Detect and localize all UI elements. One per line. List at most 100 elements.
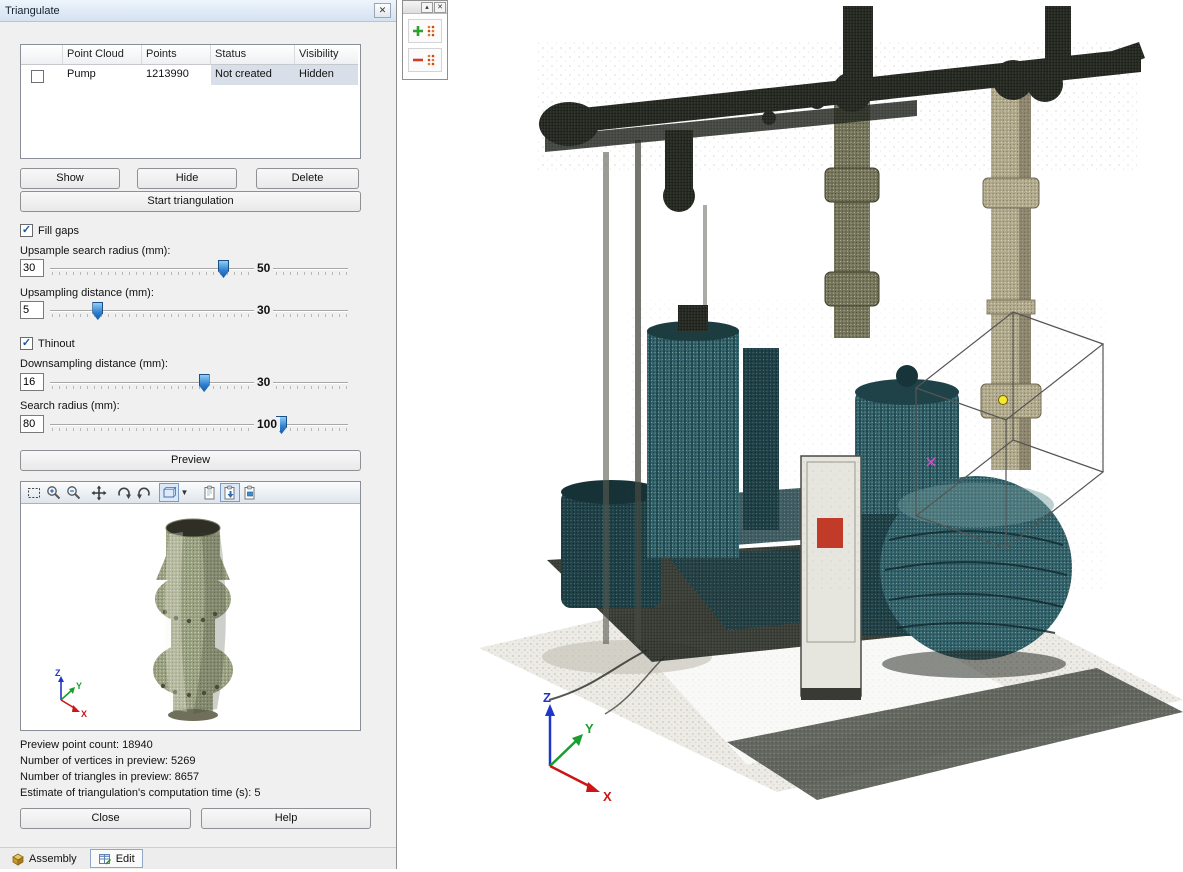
stat-triangles: Number of triangles in preview: 8657 xyxy=(20,769,261,785)
rect-select-icon xyxy=(26,485,42,501)
search-radius-input[interactable] xyxy=(20,415,44,433)
header-points: Points xyxy=(142,45,211,65)
header-visibility: Visibility xyxy=(295,45,358,65)
slider-thumb[interactable] xyxy=(92,302,103,320)
point-cloud-table: Point Cloud Points Status Visibility Pum… xyxy=(20,44,361,159)
upsampling-distance-label: Upsampling distance (mm): xyxy=(20,287,154,299)
edit-icon xyxy=(98,852,112,866)
header-checkbox xyxy=(21,45,63,65)
header-status: Status xyxy=(211,45,295,65)
mini-toolbar-titlebar: ▴ ✕ xyxy=(403,1,447,14)
dialog-title: Triangulate xyxy=(5,5,60,17)
downsampling-distance-input[interactable] xyxy=(20,373,44,391)
search-radius-slider-row: 100 xyxy=(0,414,396,436)
upsampling-distance-slider[interactable] xyxy=(50,300,340,322)
zoom-in-icon xyxy=(46,485,62,501)
axis-x-label: X xyxy=(603,789,612,804)
tab-edit[interactable]: Edit xyxy=(90,849,143,868)
pan-icon xyxy=(91,485,107,501)
tab-edit-label: Edit xyxy=(116,853,135,865)
close-icon[interactable]: ✕ xyxy=(434,2,446,13)
selection-marker[interactable] xyxy=(999,396,1008,405)
rotate-cw-icon xyxy=(116,485,132,501)
preview-axis-x-label: X xyxy=(81,709,87,719)
pan-button[interactable] xyxy=(89,483,109,502)
save-view-icon xyxy=(242,485,258,501)
start-triangulation-button[interactable]: Start triangulation xyxy=(20,191,361,212)
axis-z-label: Z xyxy=(543,690,551,705)
upsample-radius-slider-row: 50 xyxy=(0,258,396,280)
upsampling-distance-input[interactable] xyxy=(20,301,44,319)
stat-computation-time: Estimate of triangulation's computation … xyxy=(20,785,261,801)
save-view-button[interactable] xyxy=(240,483,260,502)
copy-view-button[interactable] xyxy=(200,483,220,502)
zoom-out-icon xyxy=(66,485,82,501)
preview-axis-z-label: Z xyxy=(55,668,61,678)
downsampling-distance-label: Downsampling distance (mm): xyxy=(20,358,168,370)
downsampling-distance-max: 30 xyxy=(254,375,273,389)
rotate-cw-button[interactable] xyxy=(114,483,134,502)
slider-thumb[interactable] xyxy=(218,260,229,278)
view-mode-dropdown[interactable]: ▼ xyxy=(179,483,190,502)
table-row[interactable]: Pump 1213990 Not created Hidden xyxy=(21,65,360,85)
main-3d-viewport[interactable]: Z Y X xyxy=(397,0,1183,869)
fill-gaps-label: Fill gaps xyxy=(38,225,79,237)
preview-axis-triad: Z Y X xyxy=(55,668,87,719)
remove-points-button[interactable] xyxy=(408,48,442,72)
preview-button[interactable]: Preview xyxy=(20,450,361,471)
assembly-icon xyxy=(11,852,25,866)
hide-button[interactable]: Hide xyxy=(137,168,237,189)
delete-button[interactable]: Delete xyxy=(256,168,359,189)
close-button[interactable]: Close xyxy=(20,808,191,829)
preview-stats: Preview point count: 18940 Number of ver… xyxy=(20,737,261,801)
triangulate-dialog: Triangulate ✕ Point Cloud Points Status … xyxy=(0,0,397,869)
add-points-button[interactable] xyxy=(408,19,442,43)
search-radius-slider[interactable] xyxy=(50,414,340,436)
preview-pipe-segment xyxy=(153,519,233,721)
zoom-in-button[interactable] xyxy=(44,483,64,502)
zoom-out-button[interactable] xyxy=(64,483,84,502)
view-mode-button[interactable] xyxy=(159,483,179,502)
bottom-tabbar: Assembly Edit xyxy=(0,847,396,869)
row-checkbox[interactable] xyxy=(31,70,44,83)
show-button[interactable]: Show xyxy=(20,168,120,189)
tab-assembly-label: Assembly xyxy=(29,853,77,865)
upsample-radius-slider[interactable] xyxy=(50,258,340,280)
preview-panel: ▼ xyxy=(20,481,361,731)
search-radius-max: 100 xyxy=(254,417,280,431)
paste-view-icon xyxy=(222,485,238,501)
slider-thumb[interactable] xyxy=(199,374,210,392)
rotate-ccw-icon xyxy=(136,485,152,501)
stat-point-count: Preview point count: 18940 xyxy=(20,737,261,753)
preview-canvas[interactable]: Z Y X xyxy=(21,504,360,730)
paste-view-button[interactable] xyxy=(220,483,240,502)
close-icon[interactable]: ✕ xyxy=(374,3,391,18)
upsample-radius-max: 50 xyxy=(254,261,273,275)
thinout-checkbox[interactable] xyxy=(20,337,33,350)
cell-visibility: Hidden xyxy=(295,65,358,85)
rect-select-button[interactable] xyxy=(24,483,44,502)
upsample-radius-label: Upsample search radius (mm): xyxy=(20,245,170,257)
upsampling-distance-slider-row: 30 xyxy=(0,300,396,322)
thinout-label: Thinout xyxy=(38,338,75,350)
table-header-row: Point Cloud Points Status Visibility xyxy=(21,45,360,65)
point-cloud-scene: Z Y X xyxy=(397,0,1183,869)
stat-vertices: Number of vertices in preview: 5269 xyxy=(20,753,261,769)
upsample-radius-input[interactable] xyxy=(20,259,44,277)
remove-points-icon xyxy=(412,52,438,68)
preview-point-cloud: Z Y X xyxy=(21,504,360,730)
preview-toolbar: ▼ xyxy=(21,482,360,504)
downsampling-distance-slider-row: 30 xyxy=(0,372,396,394)
cell-points: 1213990 xyxy=(142,65,211,85)
add-points-icon xyxy=(412,23,438,39)
help-button[interactable]: Help xyxy=(201,808,371,829)
upsampling-distance-max: 30 xyxy=(254,303,273,317)
cell-point-cloud: Pump xyxy=(63,65,142,85)
points-mini-toolbar: ▴ ✕ xyxy=(402,0,448,80)
search-radius-label: Search radius (mm): xyxy=(20,400,120,412)
downsampling-distance-slider[interactable] xyxy=(50,372,340,394)
rotate-ccw-button[interactable] xyxy=(134,483,154,502)
collapse-icon[interactable]: ▴ xyxy=(421,2,433,13)
tab-assembly[interactable]: Assembly xyxy=(3,849,85,868)
fill-gaps-checkbox[interactable] xyxy=(20,224,33,237)
